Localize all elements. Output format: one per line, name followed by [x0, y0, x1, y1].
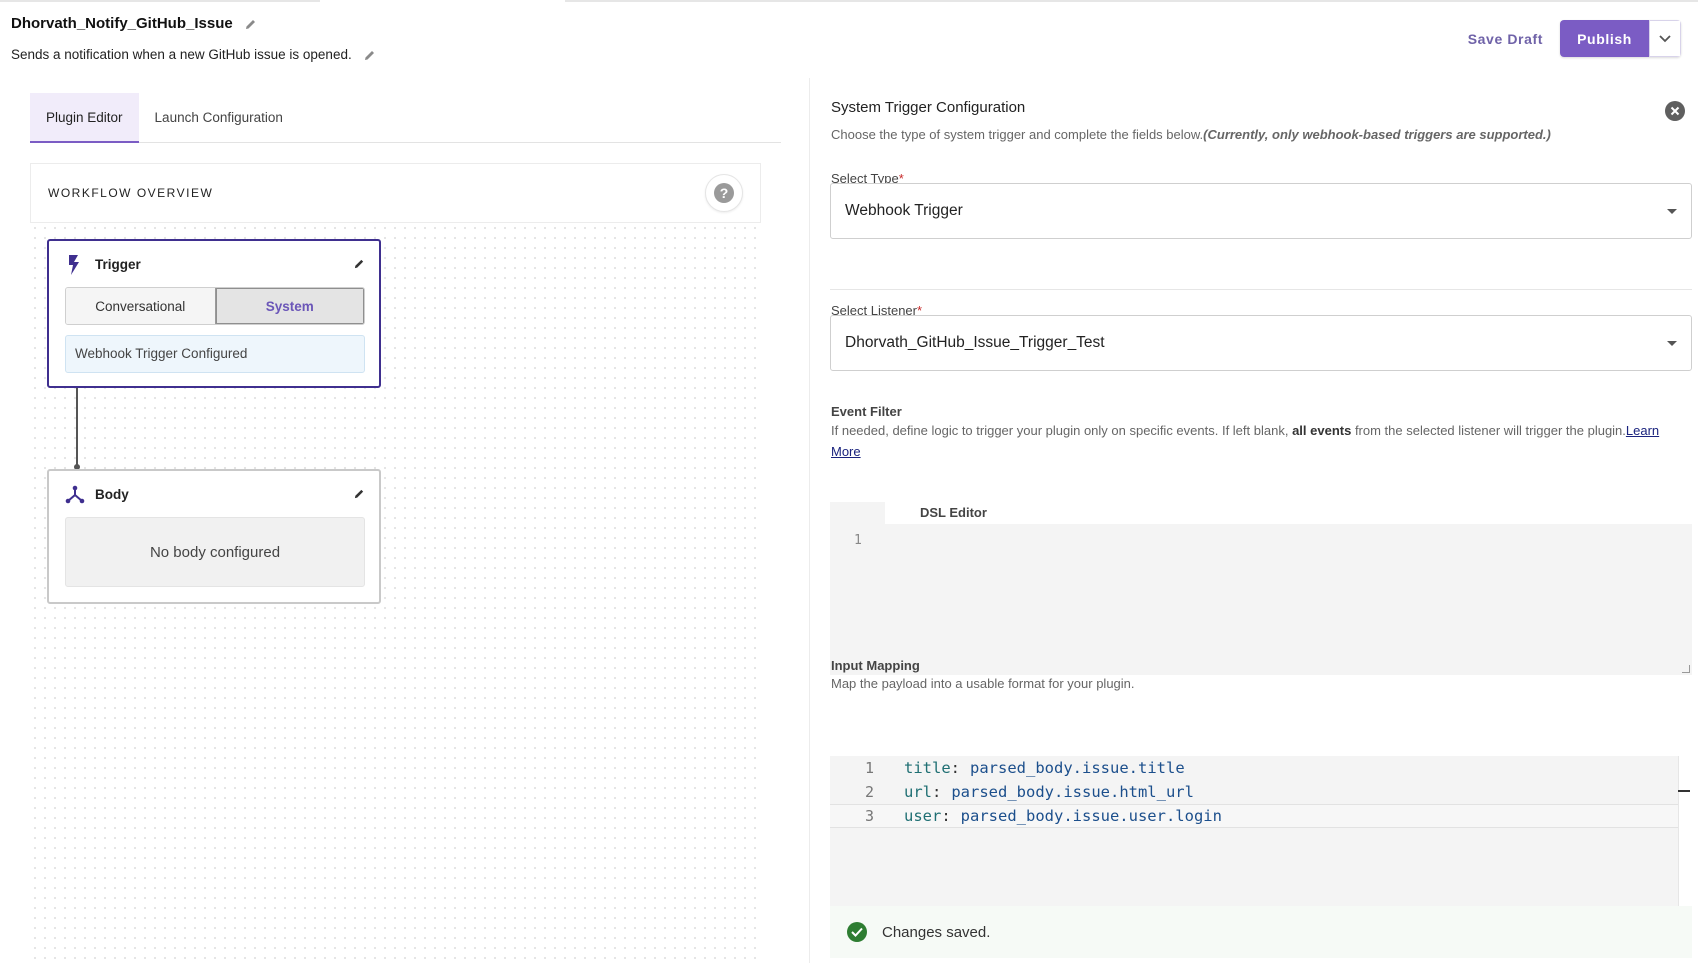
edit-trigger-pencil-icon[interactable]	[354, 258, 365, 272]
event-filter-desc-text-2: from the selected listener will trigger …	[1351, 423, 1626, 438]
help-icon: ?	[714, 183, 734, 203]
line-number: 1	[864, 759, 874, 777]
trigger-node-header: Trigger	[67, 255, 365, 275]
scroll-position-marker	[1678, 790, 1690, 792]
lightning-icon	[67, 255, 81, 280]
code-value: parsed_body.issue.user.login	[960, 807, 1222, 825]
code-value: parsed_body.issue.title	[970, 759, 1185, 777]
workflow-overview-label: WORKFLOW OVERVIEW	[48, 186, 214, 200]
page-description: Sends a notification when a new GitHub i…	[11, 47, 352, 62]
edit-body-pencil-icon[interactable]	[354, 488, 365, 502]
workflow-overview-bar: WORKFLOW OVERVIEW ?	[30, 163, 761, 223]
publish-button[interactable]: Publish	[1560, 20, 1649, 57]
body-node[interactable]: Body No body configured	[47, 469, 381, 604]
tab-launch-configuration[interactable]: Launch Configuration	[139, 93, 299, 143]
publish-button-group: Publish	[1560, 20, 1681, 57]
trigger-node[interactable]: Trigger Conversational System Webhook Tr…	[47, 239, 381, 388]
trigger-status-field: Webhook Trigger Configured	[65, 335, 365, 373]
node-connector	[76, 388, 78, 469]
code-line: 3 user: parsed_body.issue.user.login	[830, 804, 1692, 828]
code-line: 1 title: parsed_body.issue.title	[830, 756, 1692, 780]
input-mapping-editor[interactable]: 1 title: parsed_body.issue.title 2 url: …	[830, 756, 1692, 906]
config-panel-title: System Trigger Configuration	[831, 99, 1026, 116]
dsl-line-number: 1	[854, 533, 862, 548]
event-filter-title: Event Filter	[831, 404, 902, 419]
line-number: 2	[864, 783, 874, 801]
select-type-value: Webhook Trigger	[845, 202, 963, 219]
system-toggle-option[interactable]: System	[214, 288, 364, 324]
event-filter-description: If needed, define logic to trigger your …	[831, 420, 1691, 462]
editor-tabs: Plugin Editor Launch Configuration	[30, 93, 781, 143]
line-number: 3	[864, 807, 874, 825]
trigger-node-title: Trigger	[95, 257, 141, 272]
code-key: url	[904, 783, 932, 801]
select-type-dropdown[interactable]: Webhook Trigger	[830, 183, 1692, 239]
body-node-title: Body	[95, 487, 129, 502]
tab-plugin-editor[interactable]: Plugin Editor	[30, 93, 139, 143]
dsl-editor[interactable]: DSL Editor 1	[830, 502, 1692, 675]
resize-handle-icon[interactable]	[1682, 665, 1690, 673]
panel-divider	[809, 78, 810, 963]
dropdown-caret-icon	[1667, 208, 1677, 214]
edit-title-pencil-icon[interactable]	[245, 18, 257, 30]
title-row: Dhorvath_Notify_GitHub_Issue	[11, 15, 257, 32]
edit-description-pencil-icon[interactable]	[364, 49, 376, 61]
select-listener-value: Dhorvath_GitHub_Issue_Trigger_Test	[845, 334, 1105, 351]
help-button[interactable]: ?	[705, 174, 743, 212]
publish-options-chevron-down-icon[interactable]	[1649, 20, 1681, 57]
code-key: title	[904, 759, 951, 777]
section-divider	[830, 289, 1692, 290]
conversational-toggle-option[interactable]: Conversational	[66, 288, 215, 324]
config-subtitle-note: (Currently, only webhook-based triggers …	[1203, 127, 1551, 142]
select-listener-dropdown[interactable]: Dhorvath_GitHub_Issue_Trigger_Test	[830, 315, 1692, 371]
check-circle-icon	[847, 922, 867, 942]
body-node-header: Body	[65, 485, 365, 504]
input-mapping-description: Map the payload into a usable format for…	[831, 676, 1135, 691]
body-empty-state: No body configured	[65, 517, 365, 587]
toast-message: Changes saved.	[882, 923, 991, 941]
close-icon[interactable]	[1665, 101, 1685, 121]
trigger-type-toggle: Conversational System	[65, 287, 365, 325]
fork-icon	[65, 484, 85, 509]
config-subtitle-text: Choose the type of system trigger and co…	[831, 127, 1204, 142]
header-actions: Save Draft Publish	[1468, 20, 1681, 57]
dsl-editor-label: DSL Editor	[885, 502, 1692, 524]
save-draft-button[interactable]: Save Draft	[1468, 31, 1543, 47]
editor-scrollbar[interactable]	[1678, 756, 1692, 906]
page-title: Dhorvath_Notify_GitHub_Issue	[11, 15, 233, 32]
event-filter-desc-bold: all events	[1292, 423, 1352, 438]
config-panel-subtitle: Choose the type of system trigger and co…	[831, 127, 1551, 142]
save-status-toast: Changes saved.	[830, 906, 1692, 958]
code-key: user	[904, 807, 942, 825]
top-progress-line	[0, 0, 1698, 2]
event-filter-desc-text: If needed, define logic to trigger your …	[831, 423, 1293, 438]
input-mapping-title: Input Mapping	[831, 658, 920, 673]
code-value: parsed_body.issue.html_url	[951, 783, 1194, 801]
code-line: 2 url: parsed_body.issue.html_url	[830, 780, 1692, 804]
dropdown-caret-icon	[1667, 340, 1677, 346]
description-row: Sends a notification when a new GitHub i…	[11, 47, 376, 62]
